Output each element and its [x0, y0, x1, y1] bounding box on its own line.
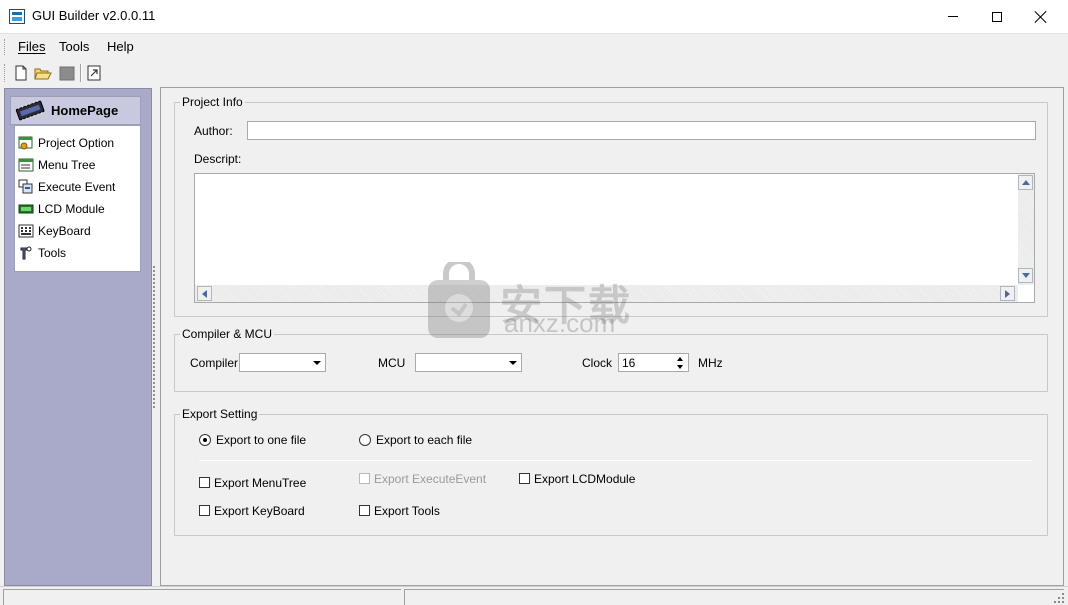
arrow-right-icon: [1005, 289, 1010, 298]
sidebar-item-label: Execute Event: [38, 180, 116, 194]
author-label: Author:: [194, 124, 233, 138]
sidebar-item-label: Menu Tree: [38, 158, 96, 172]
export-one-file-label: Export to one file: [216, 433, 307, 447]
status-panel-right: [404, 589, 1064, 605]
export-divider: [199, 460, 1032, 461]
status-panel-left: [3, 589, 401, 605]
pane-splitter[interactable]: [152, 265, 157, 410]
sidebar-item-tools[interactable]: Tools: [18, 243, 138, 263]
menu-tools[interactable]: Tools: [55, 38, 93, 55]
menu-files[interactable]: Files: [14, 38, 49, 55]
menu-grip[interactable]: [4, 39, 7, 55]
save-icon: [59, 66, 75, 81]
clock-spinner[interactable]: 16: [618, 353, 689, 372]
descript-label: Descript:: [194, 152, 242, 166]
new-file-icon: [15, 65, 27, 81]
app-icon: [9, 9, 25, 24]
save-button[interactable]: [57, 63, 77, 83]
close-button[interactable]: [1018, 0, 1064, 33]
toolbar: [0, 60, 1068, 86]
scroll-down-button[interactable]: [1018, 268, 1033, 283]
scroll-left-button[interactable]: [197, 286, 212, 301]
menu-tree-icon: [18, 158, 34, 172]
export-keyboard-checkbox[interactable]: [199, 505, 210, 516]
toolbar-grip[interactable]: [4, 64, 7, 82]
maximize-icon: [992, 11, 1002, 22]
execute-event-icon: [18, 179, 33, 194]
new-file-button[interactable]: [11, 63, 31, 83]
mcu-label: MCU: [378, 356, 406, 370]
sidebar-item-execute-event[interactable]: Execute Event: [18, 177, 138, 197]
sidebar-item-menu-tree[interactable]: Menu Tree: [18, 155, 138, 175]
minimize-button[interactable]: [930, 0, 976, 33]
export-lcdmodule-label: Export LCDModule: [534, 472, 636, 486]
spin-down-icon[interactable]: [677, 365, 683, 369]
chevron-down-icon: [509, 361, 517, 365]
export-each-file-label: Export to each file: [376, 433, 473, 447]
export-keyboard-label: Export KeyBoard: [214, 504, 305, 518]
sidebar-item-label: Tools: [38, 246, 67, 260]
export-executeevent-label: Export ExecuteEvent: [374, 472, 487, 486]
tools-icon: [20, 246, 32, 260]
mcu-select[interactable]: [415, 353, 522, 372]
menu-tools-label: Tools: [59, 39, 90, 54]
minimize-icon: [948, 16, 958, 17]
author-input[interactable]: [247, 121, 1036, 140]
watermark-url: anxz.com: [504, 308, 616, 338]
export-setting-title: Export Setting: [180, 407, 260, 421]
window-title: GUI Builder v2.0.0.11: [32, 8, 156, 23]
scroll-up-button[interactable]: [1018, 175, 1033, 190]
sidebar-item-label: KeyBoard: [38, 224, 91, 238]
compiler-label: Compiler: [190, 356, 239, 370]
close-icon: [1035, 11, 1047, 23]
homepage-title: HomePage: [51, 103, 119, 118]
arrow-down-icon: [1021, 273, 1030, 278]
lcd-module-icon: [18, 204, 34, 214]
menu-help[interactable]: Help: [103, 38, 138, 55]
export-tools-label: Export Tools: [374, 504, 440, 518]
maximize-button[interactable]: [974, 0, 1020, 33]
clock-value: 16: [622, 356, 636, 370]
export-one-file-radio[interactable]: [199, 434, 211, 446]
menu-help-label: Help: [107, 39, 134, 54]
resize-grip-icon[interactable]: [1052, 591, 1066, 605]
project-info-title: Project Info: [180, 95, 245, 109]
arrow-up-icon: [1021, 180, 1030, 185]
spin-up-icon[interactable]: [677, 357, 683, 361]
compiler-select[interactable]: [239, 353, 326, 372]
export-tools-checkbox[interactable]: [359, 505, 370, 516]
export-menutree-label: Export MenuTree: [214, 476, 307, 490]
sidebar-item-label: Project Option: [38, 136, 115, 150]
project-option-icon: [18, 136, 33, 150]
sidebar-item-lcd-module[interactable]: LCD Module: [18, 199, 138, 219]
scroll-right-button[interactable]: [1000, 286, 1015, 301]
export-each-file-radio[interactable]: [359, 434, 371, 446]
chevron-down-icon: [313, 361, 321, 365]
toolbar-separator: [80, 64, 82, 82]
watermark-logo: [428, 262, 490, 338]
export-button[interactable]: [84, 63, 104, 83]
export-icon: [87, 65, 101, 81]
open-folder-icon: [34, 68, 52, 80]
open-button[interactable]: [33, 63, 53, 83]
menu-files-label: Files: [18, 39, 46, 54]
export-executeevent-checkbox[interactable]: [359, 473, 370, 484]
chip-icon: [15, 99, 45, 122]
arrow-left-icon: [202, 289, 207, 298]
keyboard-icon: [18, 224, 34, 238]
sidebar-item-keyboard[interactable]: KeyBoard: [18, 221, 138, 241]
sidebar-item-label: LCD Module: [38, 202, 105, 216]
clock-unit-label: MHz: [698, 356, 723, 370]
sidebar-item-project-option[interactable]: Project Option: [18, 133, 138, 153]
compiler-mcu-title: Compiler & MCU: [180, 327, 275, 341]
menu-bar: [0, 35, 1068, 59]
clock-label: Clock: [582, 356, 613, 370]
title-bar: [0, 0, 1068, 34]
export-menutree-checkbox[interactable]: [199, 477, 210, 488]
export-lcdmodule-checkbox[interactable]: [519, 473, 530, 484]
